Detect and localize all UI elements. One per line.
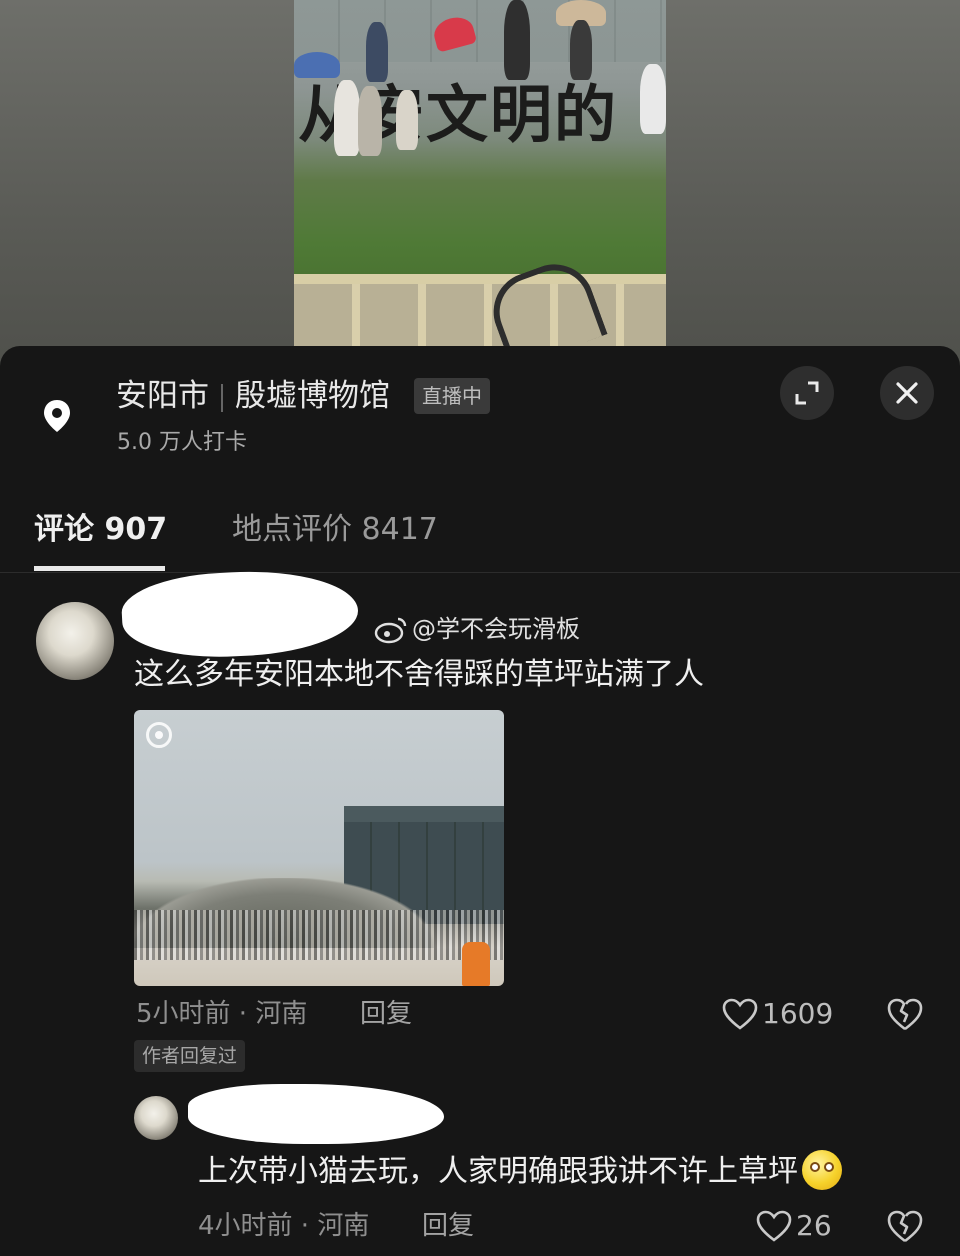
crowd [134, 910, 504, 960]
title-divider [221, 383, 223, 412]
museum-wall [294, 0, 666, 62]
author-replied-tag: 作者回复过 [134, 1040, 246, 1072]
umbrella [294, 52, 340, 78]
city-name: 安阳市 [116, 378, 209, 414]
reply-button[interactable]: 回复 [360, 996, 412, 1032]
broken-heart-icon[interactable] [886, 1208, 924, 1244]
person [640, 64, 666, 134]
heart-icon [756, 1210, 792, 1242]
tab-place-reviews[interactable]: 地点评价 8417 [232, 510, 438, 550]
weibo-icon [374, 617, 407, 644]
like-button[interactable]: 1609 [722, 994, 833, 1034]
person [504, 0, 530, 80]
bicycle-handlebar [482, 253, 608, 348]
expand-icon [795, 381, 819, 405]
active-tab-indicator [34, 566, 165, 571]
comment-time-location: 5小时前 · 河南 [136, 999, 308, 1029]
live-badge[interactable]: 直播中 [414, 378, 490, 414]
avatar[interactable] [134, 1096, 178, 1140]
reply-time-location: 4小时前 · 河南 [198, 1211, 370, 1241]
close-icon [896, 382, 918, 404]
like-count: 26 [796, 1209, 832, 1242]
heart-icon [722, 998, 758, 1030]
museum-roof [344, 806, 504, 822]
video-preview[interactable]: 从安文明的 [294, 0, 666, 348]
weibo-watermark: @学不会玩滑板 [374, 612, 580, 646]
smiley-emoji [802, 1149, 842, 1190]
person [358, 86, 382, 156]
close-button[interactable] [880, 366, 934, 420]
person [334, 80, 360, 156]
comment-photo[interactable] [134, 710, 504, 986]
reply-text: 上次带小猫去玩，人家明确跟我讲不许上草坪 [198, 1149, 842, 1194]
person [396, 90, 418, 150]
person [570, 20, 592, 80]
avatar[interactable] [36, 602, 114, 680]
venue-name: 殷墟博物馆 [235, 378, 390, 414]
reply-text-content: 上次带小猫去玩，人家明确跟我讲不许上草坪 [198, 1154, 798, 1189]
like-count: 1609 [762, 997, 834, 1030]
tab-comments[interactable]: 评论 907 [34, 510, 167, 550]
location-pin-icon [44, 400, 70, 432]
person [462, 942, 490, 986]
location-title[interactable]: 安阳市 殷墟博物馆 [116, 374, 390, 418]
like-button[interactable]: 26 [756, 1206, 832, 1246]
person [366, 22, 388, 82]
live-photo-icon [146, 722, 172, 748]
reply-button[interactable]: 回复 [422, 1208, 474, 1244]
fence [294, 274, 666, 348]
tab-bar: 评论 907 地点评价 8417 [0, 500, 960, 573]
weibo-handle: @学不会玩滑板 [412, 615, 580, 643]
checkin-count: 5.0 万人打卡 [117, 430, 247, 455]
comment-text: 这么多年安阳本地不舍得踩的草坪站满了人 [134, 657, 704, 692]
broken-heart-icon[interactable] [886, 996, 924, 1032]
expand-button[interactable] [780, 366, 834, 420]
